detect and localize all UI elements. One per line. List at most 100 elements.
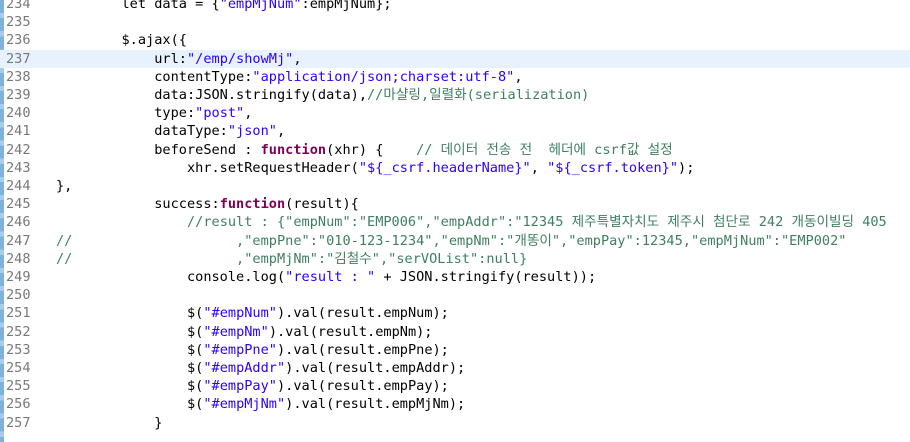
code-text: } [56, 414, 162, 432]
code-line[interactable]: 251 $("#empNum").val(result.empNum); [0, 304, 910, 322]
line-number: 242 [6, 141, 31, 158]
code-line[interactable]: 244}, [0, 177, 910, 195]
code-token: (result){ [285, 196, 359, 213]
line-number: 236 [6, 32, 31, 49]
code-token: ).val(result.empNum); [277, 305, 449, 322]
code-line[interactable]: 234 let data = {"empMjNum":empMjNum}; [0, 0, 910, 13]
line-number: 249 [6, 269, 31, 285]
code-text: // ,"empPne":"010-123-1234","empNm":"개똥이… [56, 232, 846, 250]
code-token: url: [56, 50, 187, 67]
code-text: $.ajax({ [56, 31, 186, 49]
comment-token: ,"empPne":"010-123-1234","empNm":"개똥이","… [72, 232, 847, 249]
code-token: dataType: [56, 123, 228, 140]
code-line[interactable]: 249 console.log("result : " + JSON.strin… [0, 268, 910, 286]
code-token: beforeSend : [56, 141, 261, 158]
line-number: 239 [6, 87, 31, 103]
line-number: 257 [6, 414, 31, 431]
code-token: , [293, 50, 302, 67]
comment-token: // [56, 232, 73, 249]
code-line[interactable]: 255 $("#empPay").val(result.empPay); [0, 377, 910, 395]
code-token: console.log( [56, 269, 286, 285]
code-token: success: [56, 196, 220, 213]
code-line[interactable]: 247 // ,"empPne":"010-123-1234","empNm":"… [0, 232, 910, 250]
code-text: beforeSend : function(xhr) { // 데이터 전송 전… [56, 141, 672, 159]
code-token: ).val(result.empAddr); [285, 360, 466, 376]
code-text: xhr.setRequestHeader("${_csrf.headerName… [56, 159, 694, 177]
code-token: data:JSON.stringify(data), [56, 87, 367, 103]
code-token: $( [56, 341, 204, 358]
line-number: 253 [6, 341, 31, 358]
code-line[interactable]: 242 beforeSend : function(xhr) { // 데이터 … [0, 141, 910, 159]
code-token: ).val(result.empPay); [277, 378, 449, 395]
line-number: 234 [6, 0, 31, 12]
line-number: 243 [6, 159, 31, 176]
string-token: "json" [227, 123, 277, 140]
code-line[interactable]: 254 $("#empAddr").val(result.empAddr); [0, 359, 910, 377]
code-token: $( [56, 378, 204, 395]
line-number: 241 [6, 123, 31, 140]
code-line[interactable]: 256 $("#empMjNm").val(result.empMjNm); [0, 395, 910, 413]
line-number: 252 [6, 323, 31, 340]
line-number: 245 [6, 196, 31, 213]
code-token: + JSON.stringify(result)); [375, 269, 597, 285]
code-text: data:JSON.stringify(data),//마샬링,일렬화(seri… [56, 86, 589, 104]
keyword-token: function [260, 141, 327, 158]
line-number: 235 [6, 14, 31, 31]
line-number: 238 [6, 68, 31, 85]
comment-token: //result : {"empNum":"EMP006","empAddr":… [186, 214, 887, 231]
code-line[interactable]: 236 $.ajax({ [0, 31, 910, 49]
code-text: dataType:"json", [56, 122, 285, 140]
code-line[interactable]: 237 url:"/emp/showMj", [0, 49, 910, 68]
line-number: 254 [6, 360, 31, 376]
code-line[interactable]: 253 $("#empPne").val(result.empPne); [0, 341, 910, 359]
code-text: $("#empNm").val(result.empNm); [56, 323, 433, 341]
code-token: ).val(result.empPne); [277, 341, 449, 358]
line-number: 250 [6, 287, 31, 304]
code-line[interactable]: 241 dataType:"json", [0, 122, 910, 140]
code-token: , [530, 159, 548, 176]
string-token: "#empNm" [203, 323, 269, 340]
code-line[interactable]: 257 } [0, 414, 910, 432]
code-line[interactable]: 252 $("#empNm").val(result.empNm); [0, 323, 910, 341]
code-line[interactable]: 246 //result : {"empNum":"EMP006","empAd… [0, 213, 910, 231]
comment-token: //마샬링,일렬화(serialization) [367, 87, 590, 103]
code-token: ).val(result.empNm); [268, 323, 433, 340]
code-line[interactable]: 238 contentType:"application/json;charse… [0, 68, 910, 86]
string-token: "#empNum" [203, 305, 277, 322]
code-token: type: [56, 105, 196, 122]
code-text: //result : {"empNum":"EMP006","empAddr":… [56, 213, 887, 231]
code-line[interactable]: 248 // ,"empMjNm":"김철수","serVOList":null} [0, 250, 910, 268]
string-token: "${_csrf.headerName}" [358, 159, 531, 176]
string-token: "/emp/showMj" [186, 50, 294, 67]
line-number: 244 [6, 178, 31, 194]
code-token: xhr.setRequestHeader( [56, 159, 359, 176]
code-line[interactable]: 243 xhr.setRequestHeader("${_csrf.header… [0, 159, 910, 177]
code-line[interactable]: 250 [0, 286, 910, 304]
code-text: url:"/emp/showMj", [56, 50, 302, 68]
string-token: "empMjNum" [219, 0, 302, 12]
code-line[interactable]: 240 type:"post", [0, 104, 910, 122]
line-number: 247 [6, 232, 31, 249]
code-text: type:"post", [56, 104, 252, 122]
code-text: contentType:"application/json;charset:ut… [56, 68, 523, 86]
code-text: $("#empMjNm").val(result.empMjNm); [56, 395, 465, 413]
code-line[interactable]: 245 success:function(result){ [0, 195, 910, 213]
code-editor[interactable]: 234 let data = {"empMjNum":empMjNum}; 235… [0, 0, 910, 442]
line-number: 248 [6, 250, 31, 267]
comment-token: // [56, 250, 73, 267]
keyword-token: function [219, 196, 286, 213]
string-token: "#empAddr" [203, 360, 286, 376]
line-number: 246 [6, 214, 31, 231]
string-token: "result : " [285, 269, 376, 285]
code-line[interactable]: 239 data:JSON.stringify(data),//마샬링,일렬화(… [0, 86, 910, 104]
code-token: $( [56, 305, 204, 322]
code-token: $( [56, 323, 204, 340]
code-token: , [276, 123, 286, 140]
code-token: contentType: [56, 68, 253, 85]
line-number: 237 [6, 50, 31, 67]
code-token: , [244, 105, 253, 122]
code-line[interactable]: 235 [0, 13, 910, 31]
code-token: , [514, 68, 523, 85]
code-text: $("#empPne").val(result.empPne); [56, 341, 449, 359]
